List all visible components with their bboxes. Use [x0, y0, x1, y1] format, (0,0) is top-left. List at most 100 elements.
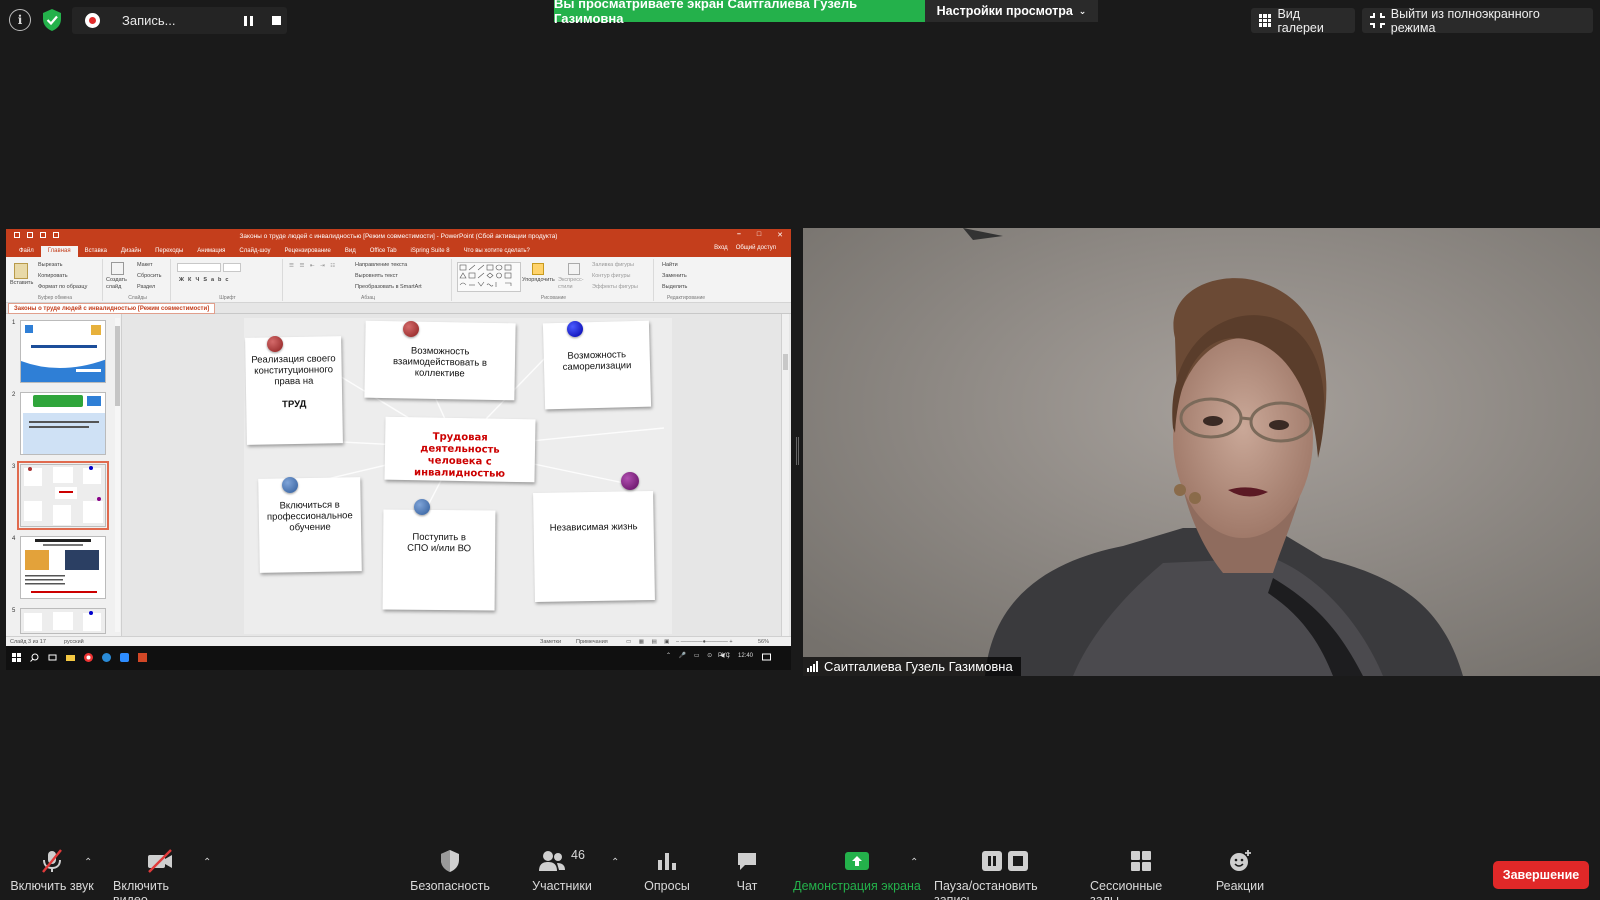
- tell-me-search[interactable]: Что вы хотите сделать?: [457, 248, 537, 257]
- windows-start-icon[interactable]: [12, 653, 21, 662]
- slides-group-label: Слайды: [128, 295, 147, 301]
- paste-icon[interactable]: [14, 263, 28, 279]
- arrange-icon[interactable]: [532, 263, 544, 275]
- slide-counter: Слайд 3 из 17: [10, 639, 46, 645]
- find-button[interactable]: Найти: [662, 262, 678, 268]
- font-size-select[interactable]: [223, 263, 241, 272]
- edge-browser-icon[interactable]: [102, 653, 111, 662]
- zoom-level[interactable]: 56%: [758, 639, 769, 645]
- pane-splitter-handle[interactable]: [795, 437, 799, 465]
- document-tab[interactable]: Законы о труде людей с инвалидностью [Ре…: [8, 303, 216, 314]
- zoom-slider[interactable]: – ————●———— +: [676, 639, 733, 645]
- slide-thumbnail[interactable]: [20, 320, 106, 383]
- font-style-buttons[interactable]: ЖКЧSabc: [179, 277, 232, 283]
- quick-styles-icon[interactable]: [568, 263, 580, 275]
- share-screen-label: Демонстрация экрана: [793, 879, 921, 893]
- tab-design[interactable]: Дизайн: [114, 248, 148, 257]
- unmute-button[interactable]: Включить звук: [10, 848, 94, 893]
- arrange-button[interactable]: Упорядочить: [522, 277, 555, 283]
- font-group: ЖКЧSabc Шрифт: [173, 259, 283, 301]
- encryption-shield-icon[interactable]: [41, 8, 63, 32]
- format-painter-button[interactable]: Формат по образцу: [38, 284, 87, 290]
- tab-insert[interactable]: Вставка: [78, 248, 114, 257]
- layout-button[interactable]: Макет: [137, 262, 153, 268]
- note-bold-text: ТРУД: [282, 398, 307, 411]
- gallery-view-button[interactable]: Вид галереи: [1251, 7, 1355, 35]
- comments-button[interactable]: Примечания: [576, 639, 608, 645]
- slide-thumbnails-pane: 1 2 3 4 5: [6, 314, 122, 636]
- copy-button[interactable]: Копировать: [38, 273, 68, 279]
- quick-styles-button[interactable]: Экспресс-стили: [558, 277, 588, 291]
- notifications-icon[interactable]: [762, 653, 771, 662]
- file-explorer-icon[interactable]: [66, 653, 75, 662]
- polls-button[interactable]: Опросы: [640, 848, 694, 893]
- tab-file[interactable]: Файл: [12, 248, 41, 257]
- slide-thumbnail[interactable]: [20, 536, 106, 599]
- list-buttons[interactable]: ☰ ☰ ⇤ ⇥ ☷: [289, 263, 337, 269]
- new-slide-label[interactable]: Создать слайд: [106, 277, 134, 291]
- slide-scrollbar[interactable]: [781, 314, 789, 636]
- stop-recording-button[interactable]: [265, 11, 287, 31]
- input-language[interactable]: РУС: [718, 653, 730, 659]
- security-button[interactable]: Безопасность: [408, 848, 492, 893]
- reactions-button[interactable]: Реакции: [1212, 848, 1268, 893]
- share-screen-button[interactable]: Демонстрация экрана: [793, 848, 921, 893]
- sign-in-link[interactable]: Вход: [714, 245, 728, 251]
- slide-canvas[interactable]: Реализация своего конституционного права…: [244, 318, 672, 634]
- participants-button[interactable]: 46 Участники: [530, 848, 594, 893]
- breakout-rooms-button[interactable]: Сессионные залы: [1090, 848, 1192, 900]
- taskbar-clock: 12:40: [738, 653, 754, 659]
- shape-outline-button[interactable]: Контур фигуры: [592, 273, 630, 279]
- section-button[interactable]: Раздел: [137, 284, 155, 290]
- shapes-gallery[interactable]: [457, 262, 521, 292]
- new-slide-icon[interactable]: [111, 262, 124, 275]
- maximize-icon[interactable]: □: [757, 231, 761, 239]
- end-meeting-button[interactable]: Завершение: [1493, 861, 1589, 889]
- search-icon[interactable]: [30, 653, 39, 662]
- tab-transitions[interactable]: Переходы: [148, 248, 190, 257]
- audio-options-chevron-icon[interactable]: ⌃: [84, 857, 92, 868]
- select-button[interactable]: Выделить: [662, 284, 687, 290]
- participants-options-chevron-icon[interactable]: ⌃: [611, 857, 619, 868]
- share-options-chevron-icon[interactable]: ⌃: [910, 857, 918, 868]
- view-mode-buttons[interactable]: ▭ ▦ ▤ ▣: [626, 639, 672, 645]
- pause-recording-button[interactable]: [237, 11, 259, 31]
- slide-thumbnail[interactable]: [20, 392, 106, 455]
- video-options-chevron-icon[interactable]: ⌃: [203, 857, 211, 868]
- yandex-browser-icon[interactable]: [84, 653, 93, 662]
- paste-label[interactable]: Вставить: [10, 280, 33, 286]
- slide-thumbnail-selected[interactable]: [17, 461, 109, 530]
- tab-home[interactable]: Главная: [40, 246, 78, 257]
- tab-view[interactable]: Вид: [338, 248, 363, 257]
- view-options-button[interactable]: Настройки просмотра ⌄: [925, 0, 1098, 22]
- tab-animation[interactable]: Анимация: [190, 248, 232, 257]
- meeting-info-icon[interactable]: i: [9, 9, 31, 31]
- font-family-select[interactable]: [177, 263, 221, 272]
- shape-effects-button[interactable]: Эффекты фигуры: [592, 284, 638, 290]
- tab-office-tab[interactable]: Office Tab: [363, 248, 404, 257]
- shape-fill-button[interactable]: Заливка фигуры: [592, 262, 634, 268]
- reset-button[interactable]: Сбросить: [137, 273, 161, 279]
- chat-button[interactable]: Чат: [726, 848, 768, 893]
- powerpoint-icon[interactable]: [138, 653, 147, 662]
- smartart-button[interactable]: Преобразовать в SmartArt: [355, 284, 422, 290]
- close-icon[interactable]: ✕: [777, 231, 783, 239]
- start-video-button[interactable]: Включить видео: [113, 848, 207, 900]
- text-direction-button[interactable]: Направление текста: [355, 262, 407, 268]
- minimize-icon[interactable]: –: [737, 231, 741, 239]
- task-view-icon[interactable]: [48, 653, 57, 662]
- thumbnails-scrollbar[interactable]: [115, 318, 120, 632]
- slide-thumbnail[interactable]: [20, 608, 106, 634]
- align-text-button[interactable]: Выровнять текст: [355, 273, 398, 279]
- notes-button[interactable]: Заметки: [540, 639, 561, 645]
- editing-group: Найти Заменить Выделить Редактирование: [656, 259, 716, 301]
- share-access-link[interactable]: Общий доступ: [736, 245, 776, 251]
- replace-button[interactable]: Заменить: [662, 273, 687, 279]
- tab-ispring[interactable]: iSpring Suite 8: [404, 248, 457, 257]
- exit-fullscreen-button[interactable]: Выйти из полноэкранного режима: [1362, 7, 1593, 35]
- cut-button[interactable]: Вырезать: [38, 262, 62, 268]
- tab-review[interactable]: Рецензирование: [278, 248, 338, 257]
- pause-stop-recording-button[interactable]: Пауза/остановить запись: [934, 848, 1076, 900]
- tab-slideshow[interactable]: Слайд-шоу: [232, 248, 277, 257]
- zoom-app-icon[interactable]: [120, 653, 129, 662]
